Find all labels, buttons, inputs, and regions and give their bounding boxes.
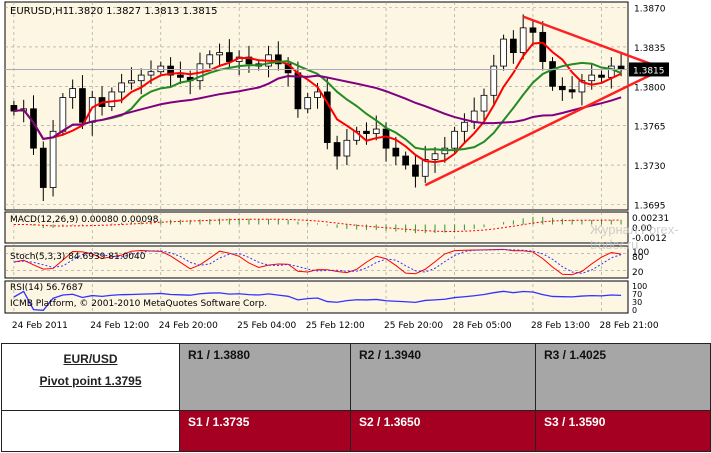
empty-cell [1,410,180,452]
x-tick-label: 25 Feb 20:00 [384,321,443,331]
candle [206,54,214,65]
candle [147,71,155,76]
candle [314,91,321,98]
macd-label: MACD(12,26,9) 0.00080 0.00098 [10,215,159,225]
r3: R3 / 1.4025 [535,343,711,411]
watermark: Журнал Forex-trader.ru [590,222,679,252]
x-tick-label: 28 Feb 21:00 [600,321,659,331]
x-tick-label: 24 Feb 20:00 [159,321,218,331]
pivot-table: EUR/USD Pivot point 1.3795 R1 / 1.3880 R… [1,343,711,452]
candle [392,147,400,157]
r2: R2 / 1.3940 [350,343,536,411]
x-tick-label: 28 Feb 05:00 [453,321,512,331]
candle [559,85,566,91]
y-tick-label: 1.3695 [634,201,666,211]
main-panel [4,1,629,211]
candle [59,97,67,132]
candle [304,97,312,110]
candle [382,128,390,149]
candle [402,155,409,166]
candle [529,27,537,33]
s1: S1 / 1.3735 [179,410,351,452]
candle [177,74,184,78]
x-tick-label: 24 Feb 12:00 [90,321,149,331]
candle [79,88,86,123]
candle [118,82,125,93]
stoch-label: Stoch(5,3,3) 84.6939 81.0040 [10,252,146,262]
ohlc-header: 1.3820 1.3827 1.3813 1.3815 [68,6,218,17]
y-tick-label: 1.3800 [634,83,666,93]
pair-label: EUR/USD [63,352,118,366]
current-price-label: 1.3815 [633,66,665,76]
candle [343,139,351,157]
candle [69,88,76,98]
candle [137,74,145,82]
pivot-point: Pivot point 1.3795 [39,374,142,388]
stoch-tick: 80 [632,253,644,263]
candle [108,91,116,107]
candle [372,128,380,134]
platform-note: ICMB Platform, © 2001-2010 MetaQuotes So… [10,299,267,309]
rsi-tick: 0 [632,306,637,315]
candle [519,27,527,53]
candle [451,130,458,149]
x-tick-label: 25 Feb 12:00 [306,321,365,331]
candle [333,142,341,157]
candle [539,31,547,62]
candle [617,65,625,70]
chart-title: EURUSD,H1 [10,6,69,17]
candle [549,61,556,87]
candle [128,80,135,84]
y-tick-label: 1.3870 [634,5,666,15]
candle [363,130,370,134]
x-tick-label: 24 Feb 2011 [12,321,68,331]
candle [480,94,488,112]
stoch-panel [4,245,629,279]
candle [461,121,468,132]
x-tick-label: 28 Feb 13:00 [531,321,590,331]
s2: S2 / 1.3650 [350,410,536,452]
candle [39,147,47,188]
candle [510,38,517,53]
s3: S3 / 1.3590 [535,410,711,452]
candle [216,52,223,56]
candle [431,153,439,160]
stoch-tick: 20 [632,268,644,278]
candle [490,65,498,96]
pair-cell: EUR/USD Pivot point 1.3795 [1,343,180,411]
candle [30,108,37,149]
y-tick-label: 1.3835 [634,44,666,54]
candle [500,38,507,67]
x-tick-label: 25 Feb 04:00 [237,321,296,331]
candle [294,72,302,110]
candle [588,74,596,82]
candle [598,74,605,78]
candle [157,65,165,73]
r1: R1 / 1.3880 [179,343,351,411]
candle [226,52,233,62]
candle [49,130,57,188]
candle [412,164,419,177]
y-tick-label: 1.3765 [634,123,666,133]
rsi-label: RSI(14) 56.7687 [10,283,83,293]
y-tick-label: 1.3730 [634,162,666,172]
candle [568,89,576,93]
eurusd-h1-chart: 1.3870 1.3835 1.3800 1.3765 1.3730 1.3695 24 F… [0,0,711,338]
